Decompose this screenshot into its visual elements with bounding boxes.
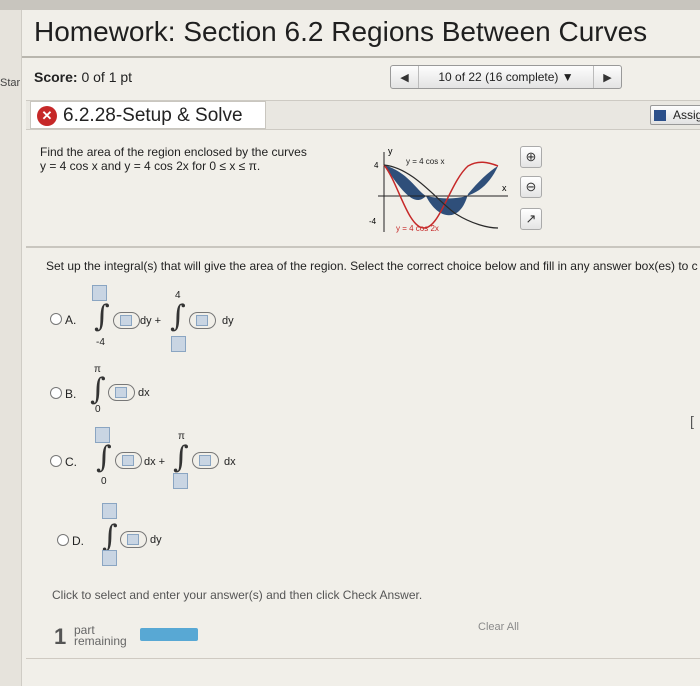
choice-d-radio[interactable] [57, 534, 69, 546]
label-4cos2x: y = 4 cos 2x [396, 224, 439, 233]
parts-progress-bar [140, 628, 198, 641]
choice-d-lower-limit[interactable] [102, 550, 117, 566]
assignment-button[interactable]: Assig [650, 105, 700, 125]
problem-line-2: y = 4 cos x and y = 4 cos 2x for 0 ≤ x ≤… [40, 159, 261, 173]
question-header: ✕ 6.2.28-Setup & Solve [30, 101, 266, 129]
choice-a-letter[interactable]: A. [65, 313, 76, 327]
choice-b-variable: dx [138, 387, 150, 399]
open-external-icon[interactable]: ↗ [520, 208, 542, 230]
problem-line-1: Find the area of the region enclosed by … [40, 145, 307, 159]
choice-b-letter[interactable]: B. [65, 387, 76, 401]
section-divider [26, 246, 700, 248]
x-axis-letter: x [502, 183, 507, 193]
score-value: 0 of 1 pt [81, 69, 133, 85]
choice-c-integrand-input-1[interactable] [122, 455, 134, 466]
zoom-in-icon[interactable]: ⊕ [520, 146, 542, 168]
graph-svg: y x 4 -4 y = 4 cos x y = 4 cos 2x [369, 146, 508, 233]
choice-a-lower-limit-2[interactable] [171, 336, 186, 352]
choice-a-lower-limit-1: -4 [96, 337, 105, 348]
parts-label-line-2: remaining [74, 634, 127, 648]
choice-b-integrand-input[interactable] [115, 387, 127, 398]
integral-sign: ∫ [94, 299, 110, 334]
integral-sign: ∫ [102, 519, 118, 554]
clear-all-button[interactable]: Clear All [478, 621, 519, 633]
start-label[interactable]: Star [0, 77, 20, 89]
previous-question-button[interactable]: ◀ [391, 66, 419, 88]
choice-a-variable-1: dy + [140, 315, 162, 327]
choice-d-letter[interactable]: D. [72, 534, 84, 548]
question-navigator: ◀ 10 of 22 (16 complete) ▼ ▶ [390, 65, 622, 89]
choice-a-variable-2: dy [222, 315, 234, 327]
choice-d-upper-limit[interactable] [102, 503, 117, 519]
choice-c-integrand-input-2[interactable] [199, 455, 211, 466]
triangle-left-icon: ◀ [400, 71, 409, 84]
choice-a-radio[interactable] [50, 313, 62, 325]
footer-divider [26, 658, 700, 659]
choice-c-lower-limit-2[interactable] [173, 473, 188, 489]
choice-c-lower-limit-1: 0 [101, 476, 107, 487]
answer-instructions: Click to select and enter your answer(s)… [52, 588, 423, 602]
triangle-right-icon: ▶ [603, 71, 612, 84]
integral-sign: ∫ [170, 299, 186, 334]
screen: Star Homework: Section 6.2 Regions Betwe… [0, 0, 700, 686]
choice-c-letter[interactable]: C. [65, 455, 77, 469]
page-title: Homework: Section 6.2 Regions Between Cu… [34, 16, 648, 47]
y-tick-bottom: -4 [369, 217, 377, 226]
zoom-out-icon[interactable]: ⊖ [520, 176, 542, 198]
choice-c-variable-1: dx + [144, 456, 166, 468]
choice-c-variable-2: dx [224, 456, 236, 468]
parts-remaining-count: 1 [54, 624, 67, 649]
right-edge-marker: [ [690, 413, 694, 429]
question-progress-dropdown[interactable]: 10 of 22 (16 complete) ▼ [421, 66, 591, 88]
integral-sign: ∫ [96, 440, 112, 475]
choice-d-variable: dy [150, 534, 162, 546]
parts-remaining-label: part remaining [74, 624, 127, 648]
score-display: Score: 0 of 1 pt [34, 69, 132, 85]
label-4cosx: y = 4 cos x [406, 157, 444, 166]
score-label: Score: [34, 69, 78, 85]
assignment-label: Assig [673, 108, 700, 122]
integral-sign: ∫ [173, 440, 189, 475]
window-top-strip [0, 0, 700, 10]
y-axis-letter: y [388, 146, 393, 156]
choice-d-integrand-input[interactable] [127, 534, 139, 545]
choice-b-radio[interactable] [50, 387, 62, 399]
region-graph: y x 4 -4 y = 4 cos x y = 4 cos 2x ⊕ ⊖ ↗ [368, 142, 542, 243]
clipboard-icon [654, 110, 666, 121]
question-id: 6.2.28-Setup & Solve [63, 105, 243, 126]
choice-a-integrand-input-1[interactable] [120, 315, 132, 326]
choice-b-lower-limit: 0 [95, 404, 101, 415]
choice-c-radio[interactable] [50, 455, 62, 467]
next-question-button[interactable]: ▶ [593, 66, 621, 88]
y-tick-top: 4 [374, 161, 379, 170]
curve-4cos2x [383, 161, 499, 229]
title-divider [22, 56, 700, 58]
x-circle-icon: ✕ [37, 106, 57, 126]
instructions-prompt: Set up the integral(s) that will give th… [46, 259, 698, 273]
parts-progress-fill [140, 628, 198, 641]
left-panel-strip [0, 10, 22, 686]
problem-statement: Find the area of the region enclosed by … [40, 145, 340, 173]
integral-sign: ∫ [90, 372, 106, 407]
choice-a-integrand-input-2[interactable] [196, 315, 208, 326]
